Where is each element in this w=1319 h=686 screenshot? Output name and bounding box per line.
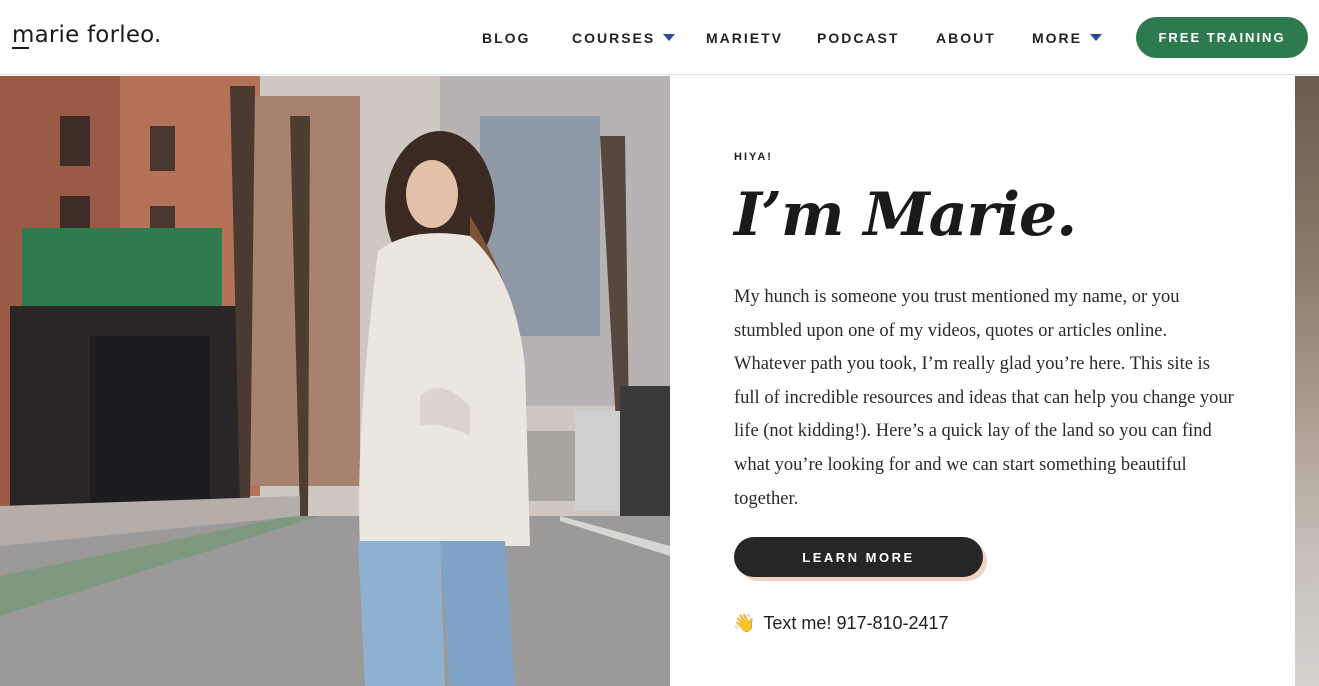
- learn-more-button[interactable]: LEARN MORE: [734, 537, 983, 577]
- hero-photo-edge: [1295, 76, 1319, 686]
- site-header: marie forleo. BLOG COURSES MARIETV PODCA…: [0, 0, 1319, 75]
- hero-photo: [0, 76, 670, 686]
- intro-headline: I’m Marie.: [734, 180, 1077, 250]
- free-training-button[interactable]: FREE TRAINING: [1136, 17, 1308, 58]
- courses-dropdown-caret-icon[interactable]: [663, 34, 675, 41]
- text-me-link[interactable]: 👋 Text me! 917-810-2417: [733, 612, 949, 634]
- more-dropdown-caret-icon[interactable]: [1090, 34, 1102, 41]
- text-me-label: Text me! 917-810-2417: [763, 612, 949, 633]
- intro-eyebrow: HIYA!: [734, 151, 773, 163]
- street-scene-image: [0, 76, 670, 686]
- nav-item-more[interactable]: MORE: [1032, 30, 1082, 46]
- nav-item-blog[interactable]: BLOG: [482, 30, 530, 46]
- waving-hand-icon: 👋: [733, 613, 756, 633]
- nav-item-about[interactable]: ABOUT: [936, 30, 996, 46]
- intro-body-text: My hunch is someone you trust mentioned …: [734, 287, 1234, 509]
- site-logo[interactable]: marie forleo.: [12, 22, 162, 48]
- nav-item-courses[interactable]: COURSES: [572, 30, 655, 46]
- logo-underline: [12, 47, 29, 49]
- nav-item-marietv[interactable]: MARIETV: [706, 30, 783, 46]
- nav-item-podcast[interactable]: PODCAST: [817, 30, 899, 46]
